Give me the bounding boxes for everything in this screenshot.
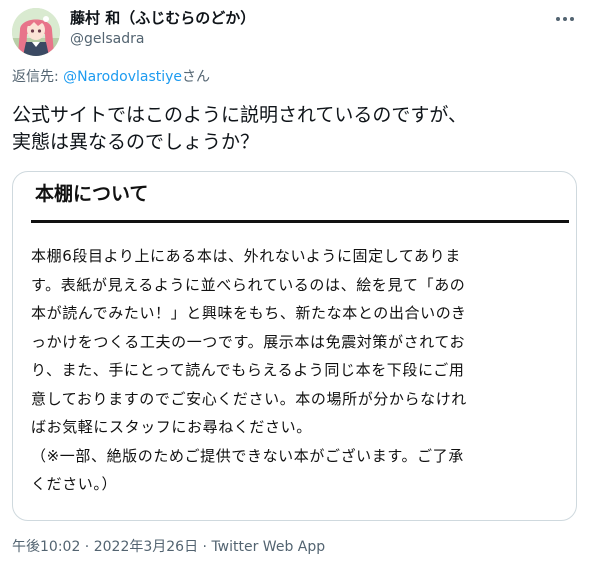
reply-context: 返信先: @Narodovlastiyeさん bbox=[12, 68, 210, 86]
notice-line: ばお気軽にスタッフにお尋ねください。 bbox=[31, 418, 312, 436]
reply-mention-link[interactable]: @Narodovlastiye bbox=[63, 69, 182, 85]
meta-separator: · bbox=[80, 539, 94, 555]
avatar[interactable] bbox=[12, 8, 60, 56]
avatar-image bbox=[12, 8, 60, 56]
more-horizontal-icon bbox=[556, 17, 574, 21]
notice-line: 本棚6段目より上にある本は、外れないように固定してありま bbox=[31, 247, 461, 265]
reply-prefix: 返信先: bbox=[12, 69, 64, 85]
notice-title: 本棚について bbox=[35, 183, 149, 205]
user-handle[interactable]: @gelsadra bbox=[70, 29, 255, 49]
tweet-meta: 午後10:02 · 2022年3月26日 · Twitter Web App bbox=[12, 537, 325, 557]
tweet-source: Twitter Web App bbox=[211, 539, 326, 555]
notice-line: す。表紙が見えるように並べられているのは、絵を見て「あの bbox=[31, 275, 466, 294]
notice-body: 本棚6段目より上にある本は、外れないように固定してありま す。表紙が見えるように… bbox=[31, 242, 576, 499]
notice-line: 意しておりますのでご安心ください。本の場所が分からなけれ bbox=[31, 389, 467, 408]
notice-line: り、また、手にとって読んでもらえるよう同じ本を下段にご用 bbox=[31, 361, 465, 379]
notice-line: っかけをつくる工夫の一つです。展示本は免震対策がされてお bbox=[31, 332, 466, 351]
user-header: 藤村 和（ふじむらのどか） @gelsadra bbox=[70, 8, 255, 49]
notice-line: ください。） bbox=[31, 475, 118, 493]
reply-suffix: さん bbox=[182, 69, 211, 85]
notice-line: 本が読んでみたい！」と興味をもち、新たな本との出合いのき bbox=[31, 304, 467, 322]
tweet-text-line: 公式サイトではこのように説明されているのですが、 bbox=[12, 104, 468, 126]
tweet-text: 公式サイトではこのように説明されているのですが、 実態は異なるのでしょうか？ bbox=[12, 102, 578, 156]
tweet-time[interactable]: 午後10:02 bbox=[12, 539, 80, 555]
meta-separator: · bbox=[198, 539, 212, 555]
notice-line: （※一部、絶版のためご提供できない本がございます。ご了承 bbox=[31, 446, 464, 465]
tweet-text-line: 実態は異なるのでしょうか？ bbox=[12, 131, 260, 153]
tweet-date[interactable]: 2022年3月26日 bbox=[94, 539, 198, 555]
tweet: 藤村 和（ふじむらのどか） @gelsadra 返信先: @Narodovlas… bbox=[0, 0, 589, 562]
display-name[interactable]: 藤村 和（ふじむらのどか） bbox=[70, 8, 255, 28]
more-button[interactable] bbox=[553, 10, 577, 28]
tweet-image[interactable]: 本棚について 本棚6段目より上にある本は、外れないように固定してありま す。表紙… bbox=[12, 171, 577, 521]
notice-divider bbox=[31, 220, 569, 223]
